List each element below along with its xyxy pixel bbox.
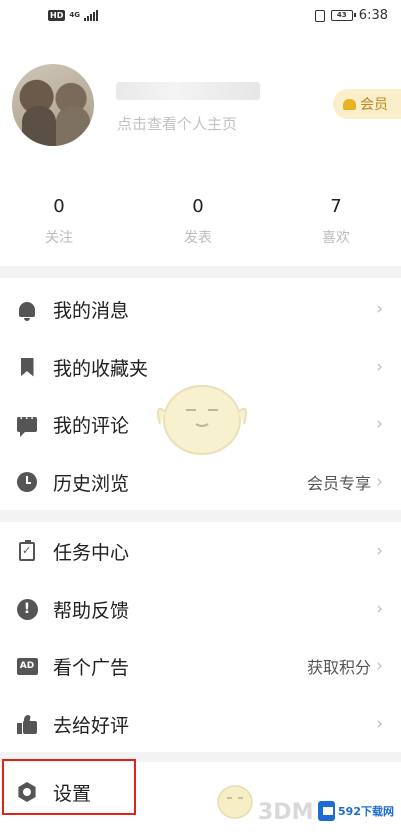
menu-item-watch-ad[interactable]: AD 看个广告 获取积分 ›	[0, 637, 401, 695]
mascot-watermark-icon	[157, 385, 247, 455]
menu-item-label: 去给好评	[53, 714, 130, 737]
site-logo-text: 592下载网	[338, 805, 394, 818]
avatar[interactable]	[12, 64, 94, 146]
comment-icon	[16, 411, 38, 437]
signal-icon	[83, 9, 98, 21]
earn-points-label: 获取积分	[306, 658, 371, 677]
stat-following[interactable]: 0 关注	[19, 196, 99, 247]
thumbs-up-icon	[16, 713, 38, 735]
stat-posts[interactable]: 0 发表	[158, 196, 238, 247]
ad-icon: AD	[16, 655, 38, 677]
status-bar: HD 4G 43 6:38	[0, 0, 401, 32]
help-icon: !	[16, 598, 38, 620]
bell-icon	[16, 298, 38, 321]
username[interactable]	[116, 82, 260, 100]
network-type: 4G	[69, 11, 80, 19]
vip-only-label: 会员专享	[306, 474, 371, 493]
menu-item-label: 我的收藏夹	[53, 357, 149, 380]
vip-label: 会员	[360, 97, 388, 113]
stat-label: 关注	[45, 230, 73, 246]
crown-icon	[343, 98, 356, 110]
bookmark-icon	[16, 356, 38, 378]
site-logo-icon	[318, 801, 336, 821]
menu-item-rate-app[interactable]: 去给好评 ›	[0, 695, 401, 753]
system-status: 43 6:38	[314, 8, 388, 23]
chevron-right-icon: ›	[376, 299, 383, 319]
stat-likes[interactable]: 7 喜欢	[296, 196, 376, 247]
menu-item-label: 帮助反馈	[53, 599, 130, 622]
menu-item-messages[interactable]: 我的消息 ›	[0, 280, 401, 338]
chevron-right-icon: ›	[376, 357, 383, 377]
clock-time: 6:38	[358, 8, 388, 23]
stat-label: 喜欢	[322, 230, 350, 246]
vip-badge-button[interactable]: 会员	[333, 89, 401, 119]
chevron-right-icon: ›	[376, 472, 383, 492]
watermark-3dm: 3DM	[258, 800, 314, 825]
chevron-right-icon: ›	[376, 714, 383, 734]
stat-value: 7	[330, 196, 342, 217]
profile-hint[interactable]: 点击查看个人主页	[117, 113, 237, 134]
vibrate-icon	[314, 9, 325, 22]
menu-item-label: 看个广告	[53, 656, 130, 679]
stat-label: 发表	[184, 230, 212, 246]
menu-item-label: 我的消息	[53, 299, 130, 322]
menu-item-help-feedback[interactable]: ! 帮助反馈 ›	[0, 580, 401, 638]
menu-item-label: 我的评论	[53, 414, 130, 437]
stat-value: 0	[53, 196, 65, 217]
menu-item-label: 任务中心	[53, 541, 130, 564]
menu-item-label: 历史浏览	[53, 472, 130, 495]
network-status: HD 4G	[48, 9, 98, 21]
stat-value: 0	[192, 196, 204, 217]
task-icon	[16, 539, 38, 562]
chevron-right-icon: ›	[376, 414, 383, 434]
battery-icon: 43	[330, 10, 356, 21]
section-divider	[0, 266, 401, 278]
chevron-right-icon: ›	[376, 656, 383, 676]
menu-item-task-center[interactable]: 任务中心 ›	[0, 522, 401, 580]
chevron-right-icon: ›	[376, 599, 383, 619]
mascot-small-watermark-icon	[217, 785, 253, 819]
hd-badge: HD	[48, 9, 66, 21]
chevron-right-icon: ›	[376, 541, 383, 561]
settings-highlight-box	[2, 759, 136, 815]
clock-icon	[16, 471, 38, 493]
section-divider	[0, 510, 401, 522]
site-logo: 592下载网	[318, 797, 394, 825]
